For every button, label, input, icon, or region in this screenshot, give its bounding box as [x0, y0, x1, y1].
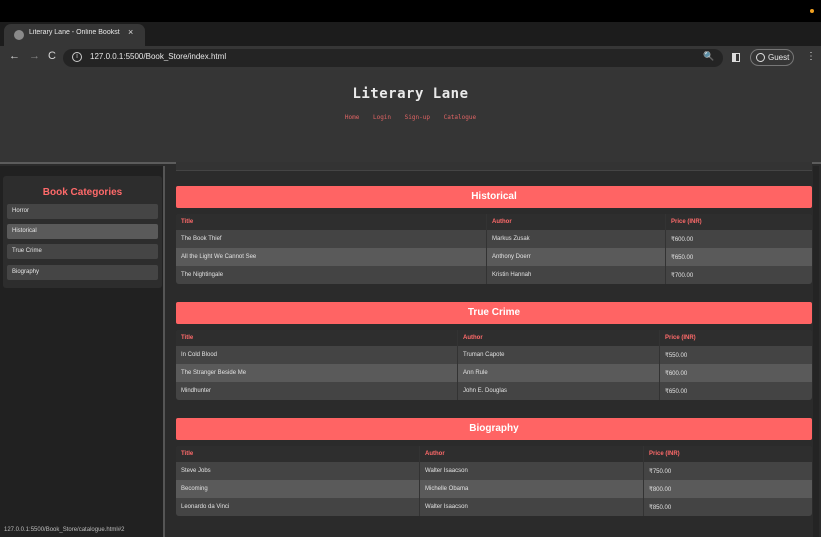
category-panel: Book Categories Horror Historical True C… [3, 176, 162, 288]
reload-button[interactable]: C [48, 50, 56, 62]
scrolled-previous-row [176, 162, 812, 171]
cell-author: Markus Zusak [487, 230, 666, 248]
section-historical: Historical Title Author Price (INR) The … [176, 186, 812, 284]
cell-price: ₹600.00 [665, 370, 688, 377]
cell-title: All the Light We Cannot See [176, 248, 487, 266]
category-panel-title: Book Categories [42, 187, 123, 198]
book-table: Title Author Price (INR) The Book Thief … [176, 214, 812, 284]
section-heading: Historical [176, 186, 812, 208]
cell-author: Walter Isaacson [420, 462, 644, 480]
section-true-crime: True Crime Title Author Price (INR) In C… [176, 302, 812, 400]
column-header-title: Title [176, 446, 420, 462]
cell-title: The Stranger Beside Me [176, 364, 458, 382]
section-biography: Biography Title Author Price (INR) Steve… [176, 418, 812, 516]
cell-price: ₹550.00 [665, 352, 688, 359]
nav-link-login[interactable]: Login [373, 114, 391, 121]
cell-price: ₹600.00 [671, 236, 694, 243]
nav-link-catalogue[interactable]: Catalogue [444, 114, 477, 121]
link-status-bar: 127.0.0.1:5500/Book_Store/catalogue.html… [4, 527, 125, 533]
cell-title: In Cold Blood [176, 346, 458, 364]
address-bar[interactable]: i 127.0.0.1:5500/Book_Store/index.html 🔍 [63, 49, 723, 67]
cell-author: John E. Douglas [458, 382, 660, 400]
zoom-icon[interactable]: 🔍 [703, 51, 714, 62]
side-panel-icon[interactable] [732, 53, 740, 62]
catalogue-content: Historical Title Author Price (INR) The … [167, 162, 821, 537]
table-row: Mindhunter John E. Douglas ₹650.00 [176, 382, 812, 400]
table-row: Becoming Michelle Obama ₹800.00 [176, 480, 812, 498]
url-text[interactable]: 127.0.0.1:5500/Book_Store/index.html [90, 52, 226, 61]
cell-title: Leonardo da Vinci [176, 498, 420, 516]
table-row: Steve Jobs Walter Isaacson ₹750.00 [176, 462, 812, 480]
browser-tab[interactable]: Literary Lane - Online Bookst × [4, 24, 145, 46]
site-nav: Home Login Sign-up Catalogue [0, 114, 821, 121]
cell-author: Michelle Obama [420, 480, 644, 498]
table-header-row: Title Author Price (INR) [176, 446, 812, 462]
column-header-price: Price (INR) [665, 335, 696, 341]
cell-price: ₹750.00 [649, 468, 672, 475]
column-header-title: Title [176, 214, 487, 230]
info-icon[interactable]: i [72, 52, 82, 62]
category-item-horror[interactable]: Horror [7, 204, 158, 219]
table-row: In Cold Blood Truman Capote ₹550.00 [176, 346, 812, 364]
cell-price: ₹700.00 [671, 272, 694, 279]
section-heading: True Crime [176, 302, 812, 324]
book-table: Title Author Price (INR) Steve Jobs Walt… [176, 446, 812, 516]
table-header-row: Title Author Price (INR) [176, 214, 812, 230]
cell-price: ₹650.00 [665, 388, 688, 395]
table-row: The Book Thief Markus Zusak ₹600.00 [176, 230, 812, 248]
tab-title: Literary Lane - Online Bookst [29, 29, 120, 36]
cell-author: Anthony Doerr [487, 248, 666, 266]
cell-title: Steve Jobs [176, 462, 420, 480]
cell-price: ₹850.00 [649, 504, 672, 511]
nav-link-signup[interactable]: Sign-up [405, 114, 430, 121]
cell-price: ₹650.00 [671, 254, 694, 261]
table-header-row: Title Author Price (INR) [176, 330, 812, 346]
column-header-price: Price (INR) [671, 219, 702, 225]
cell-title: Becoming [176, 480, 420, 498]
table-row: All the Light We Cannot See Anthony Doer… [176, 248, 812, 266]
sidebar: Book Categories Horror Historical True C… [0, 166, 165, 537]
column-header-price: Price (INR) [649, 451, 680, 457]
column-header-author: Author [487, 214, 666, 230]
table-row: Leonardo da Vinci Walter Isaacson ₹850.0… [176, 498, 812, 516]
category-item-biography[interactable]: Biography [7, 265, 158, 280]
site-title: Literary Lane [352, 86, 469, 102]
window-titlebar [0, 0, 821, 22]
site-header: Literary Lane Home Login Sign-up Catalog… [0, 70, 821, 164]
nav-link-home[interactable]: Home [345, 114, 359, 121]
web-page: Literary Lane Home Login Sign-up Catalog… [0, 70, 821, 537]
cell-title: The Nightingale [176, 266, 487, 284]
scrollbar[interactable] [813, 166, 819, 537]
table-row: The Nightingale Kristin Hannah ₹700.00 [176, 266, 812, 284]
section-heading: Biography [176, 418, 812, 440]
guest-label: Guest [768, 53, 790, 62]
browser-toolbar: ← → C i 127.0.0.1:5500/Book_Store/index.… [0, 46, 821, 70]
forward-button[interactable]: → [29, 50, 40, 62]
cell-author: Ann Rule [458, 364, 660, 382]
cell-author: Kristin Hannah [487, 266, 666, 284]
back-button[interactable]: ← [9, 50, 20, 62]
table-row: The Stranger Beside Me Ann Rule ₹600.00 [176, 364, 812, 382]
guest-profile-button[interactable]: Guest [750, 49, 794, 66]
column-header-title: Title [176, 330, 458, 346]
column-header-author: Author [420, 446, 644, 462]
browser-chrome: Literary Lane - Online Bookst × + ⌄ ← → … [0, 0, 821, 70]
kebab-menu-icon[interactable]: ⋮ [806, 51, 816, 62]
category-item-true-crime[interactable]: True Crime [7, 244, 158, 259]
cell-price: ₹800.00 [649, 486, 672, 493]
tab-strip: Literary Lane - Online Bookst × + ⌄ [0, 22, 821, 62]
book-table: Title Author Price (INR) In Cold Blood T… [176, 330, 812, 400]
cell-title: The Book Thief [176, 230, 487, 248]
category-item-historical[interactable]: Historical [7, 224, 158, 239]
close-icon[interactable]: × [128, 27, 133, 37]
profile-icon [756, 53, 765, 62]
recording-indicator-icon [810, 9, 814, 13]
globe-icon [14, 30, 24, 40]
cell-title: Mindhunter [176, 382, 458, 400]
column-header-author: Author [458, 330, 660, 346]
cell-author: Walter Isaacson [420, 498, 644, 516]
cell-author: Truman Capote [458, 346, 660, 364]
